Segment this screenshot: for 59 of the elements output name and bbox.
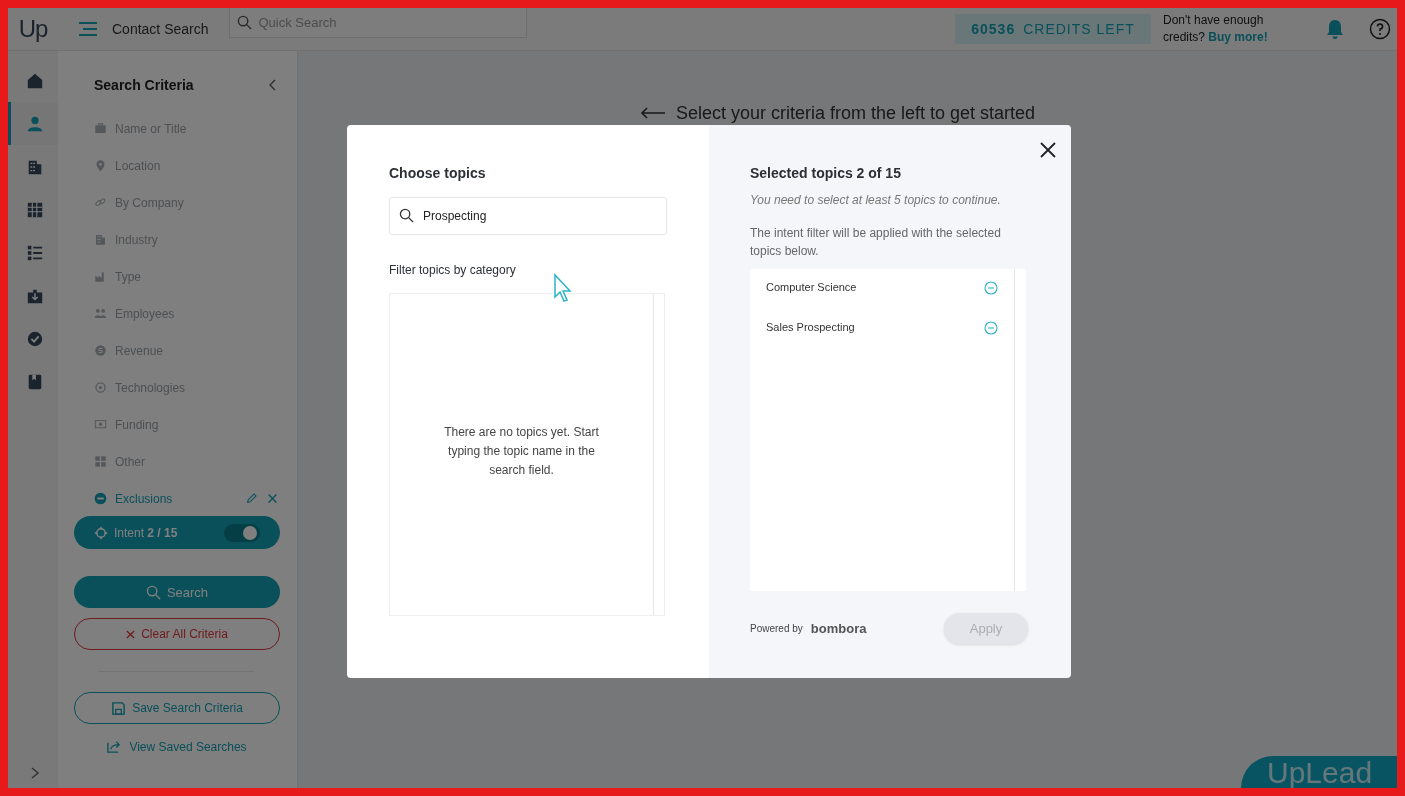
collapse-icon[interactable] [269, 79, 277, 91]
cursor-icon [553, 273, 573, 303]
description-text: The intent filter will be applied with the selected topics below. [750, 225, 1002, 260]
check-circle-icon[interactable] [25, 329, 44, 348]
cash-icon [94, 418, 107, 431]
help-icon[interactable] [1369, 18, 1391, 40]
topic-label: Computer Science [766, 281, 857, 293]
coin-icon [94, 344, 107, 357]
minus-circle-icon [94, 492, 107, 505]
intent-label: Intent 2 / 15 [114, 525, 179, 540]
pin-icon [94, 159, 107, 172]
toggle-switch[interactable] [224, 523, 260, 542]
share-icon [106, 739, 122, 754]
dialog-heading: Choose topics [389, 165, 487, 181]
buy-more-link[interactable]: Buy more! [1208, 30, 1268, 44]
dialog-heading: Selected topics 2 of 15 [750, 165, 902, 181]
sidebar-title: Search Criteria [94, 77, 194, 93]
brand-name: bombora [810, 621, 868, 636]
topic-search-field[interactable]: Prospecting [389, 197, 667, 235]
remove-icon[interactable] [984, 281, 998, 295]
list-icon[interactable] [25, 243, 44, 262]
remove-icon[interactable] [984, 321, 998, 335]
page-title: Contact Search [112, 21, 209, 37]
bell-icon[interactable] [1325, 18, 1345, 40]
people-icon [94, 307, 107, 320]
table-icon[interactable] [25, 200, 44, 219]
hint-text: Select your criteria from the left to get started [675, 102, 1036, 124]
gear-icon [94, 381, 107, 394]
clear-button[interactable]: Clear All Criteria [74, 618, 280, 650]
pencil-icon[interactable] [245, 492, 258, 505]
empty-message: There are no topics yet. Start typing the topic name in the search field. [443, 424, 600, 479]
floppy-icon [111, 700, 127, 716]
topic-label: Sales Prospecting [766, 321, 855, 333]
powered-by-text: Powered by [750, 623, 803, 634]
save-button[interactable]: Save Search Criteria [74, 692, 280, 724]
factory-icon [94, 270, 107, 283]
briefcase-icon [94, 122, 107, 135]
close-icon[interactable] [1040, 142, 1056, 158]
hint-text: You need to select at least 5 topics to continue. [750, 193, 1002, 207]
home-icon[interactable] [25, 71, 44, 90]
link-icon [94, 196, 107, 209]
intent-filter[interactable]: Intent 2 / 15 [74, 516, 280, 549]
credits-count: 60536 [971, 21, 1016, 37]
arrow-left-icon [639, 107, 666, 119]
saved-searches-link[interactable]: View Saved Searches [106, 739, 247, 754]
close-icon [126, 629, 136, 639]
expand-icon[interactable] [30, 766, 40, 780]
logo: Up [17, 15, 49, 43]
building-icon [94, 233, 107, 246]
filter-label: Filter topics by category [389, 263, 517, 277]
credits-label: CREDITS LEFT [1023, 21, 1135, 37]
search-button[interactable]: Search [74, 576, 280, 608]
search-icon [145, 584, 161, 600]
person-icon[interactable] [25, 114, 44, 133]
exclusions-item[interactable]: Exclusions [115, 491, 237, 506]
crosshair-icon [94, 525, 108, 540]
menu-icon[interactable] [78, 21, 98, 37]
promo-text: Don't have enough credits? Buy more! [1163, 12, 1269, 46]
tiles-icon [94, 455, 107, 468]
